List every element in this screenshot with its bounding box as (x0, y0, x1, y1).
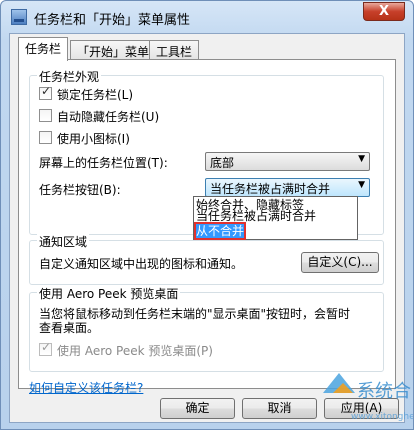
lock-taskbar-checkbox[interactable] (39, 84, 52, 100)
tab-start-menu[interactable]: 「开始」菜单 (70, 40, 157, 60)
tab-taskbar[interactable]: 任务栏 (18, 37, 69, 61)
title-bar[interactable]: 任务栏和「开始」菜单属性 X (1, 1, 413, 33)
taskbar-icon (11, 9, 27, 25)
appearance-legend: 任务栏外观 (37, 68, 102, 85)
aero-peek-legend: 使用 Aero Peek 预览桌面 (37, 285, 181, 302)
small-icons-label: 使用小图标(I) (57, 132, 130, 146)
help-link[interactable]: 如何自定义该任务栏? (29, 379, 143, 396)
dropdown-option-never-combine[interactable]: 从不合并 (193, 222, 247, 240)
tab-toolbars[interactable]: 工具栏 (149, 40, 200, 60)
buttons-value: 当任务栏被占满时合并 (210, 182, 331, 196)
watermark-logo-icon: 系统合 www.xitonghe.com (323, 373, 413, 422)
autohide-label: 自动隐藏任务栏(U) (57, 110, 160, 124)
aero-peek-checkbox-label: 使用 Aero Peek 预览桌面(P) (57, 344, 213, 358)
aero-peek-description-2: 查看桌面。 (39, 321, 100, 335)
chevron-down-icon: ▼ (358, 180, 365, 190)
site-watermark-logo: 系统合 www.xitonghe.com (321, 363, 413, 429)
small-icons-checkbox[interactable] (39, 131, 52, 144)
buttons-select[interactable]: 当任务栏被占满时合并 ▼ (205, 178, 370, 197)
ok-button[interactable]: 确定 (160, 398, 235, 419)
location-select[interactable]: 底部 ▼ (205, 152, 370, 171)
lock-taskbar-label: 锁定任务栏(L) (57, 88, 134, 102)
chevron-down-icon: ▼ (358, 154, 365, 164)
location-label: 屏幕上的任务栏位置(T): (39, 156, 168, 170)
location-value: 底部 (210, 156, 235, 170)
cancel-button[interactable]: 取消 (242, 398, 317, 419)
svg-text:www.xitonghe.com: www.xitonghe.com (351, 412, 413, 422)
window-title: 任务栏和「开始」菜单属性 (34, 13, 191, 28)
svg-text:系统合: 系统合 (357, 381, 411, 402)
buttons-label: 任务栏按钮(B): (39, 183, 121, 197)
dropdown-option-combine-when-full[interactable]: 当任务栏被占满时合并 (196, 209, 316, 223)
notification-legend: 通知区域 (37, 233, 90, 250)
buttons-dropdown-list: 始终合并、隐藏标签 当任务栏被占满时合并 从不合并 (193, 196, 358, 240)
notification-description: 自定义通知区域中出现的图标和通知。 (39, 257, 244, 271)
aero-peek-checkbox[interactable] (39, 340, 52, 356)
properties-window: 任务栏和「开始」菜单属性 X 任务栏 「开始」菜单 工具栏 任务栏外观 锁定任务… (0, 0, 414, 430)
autohide-checkbox[interactable] (39, 109, 52, 122)
close-button[interactable]: X (363, 2, 405, 21)
customize-button[interactable]: 自定义(C)... (301, 252, 379, 273)
